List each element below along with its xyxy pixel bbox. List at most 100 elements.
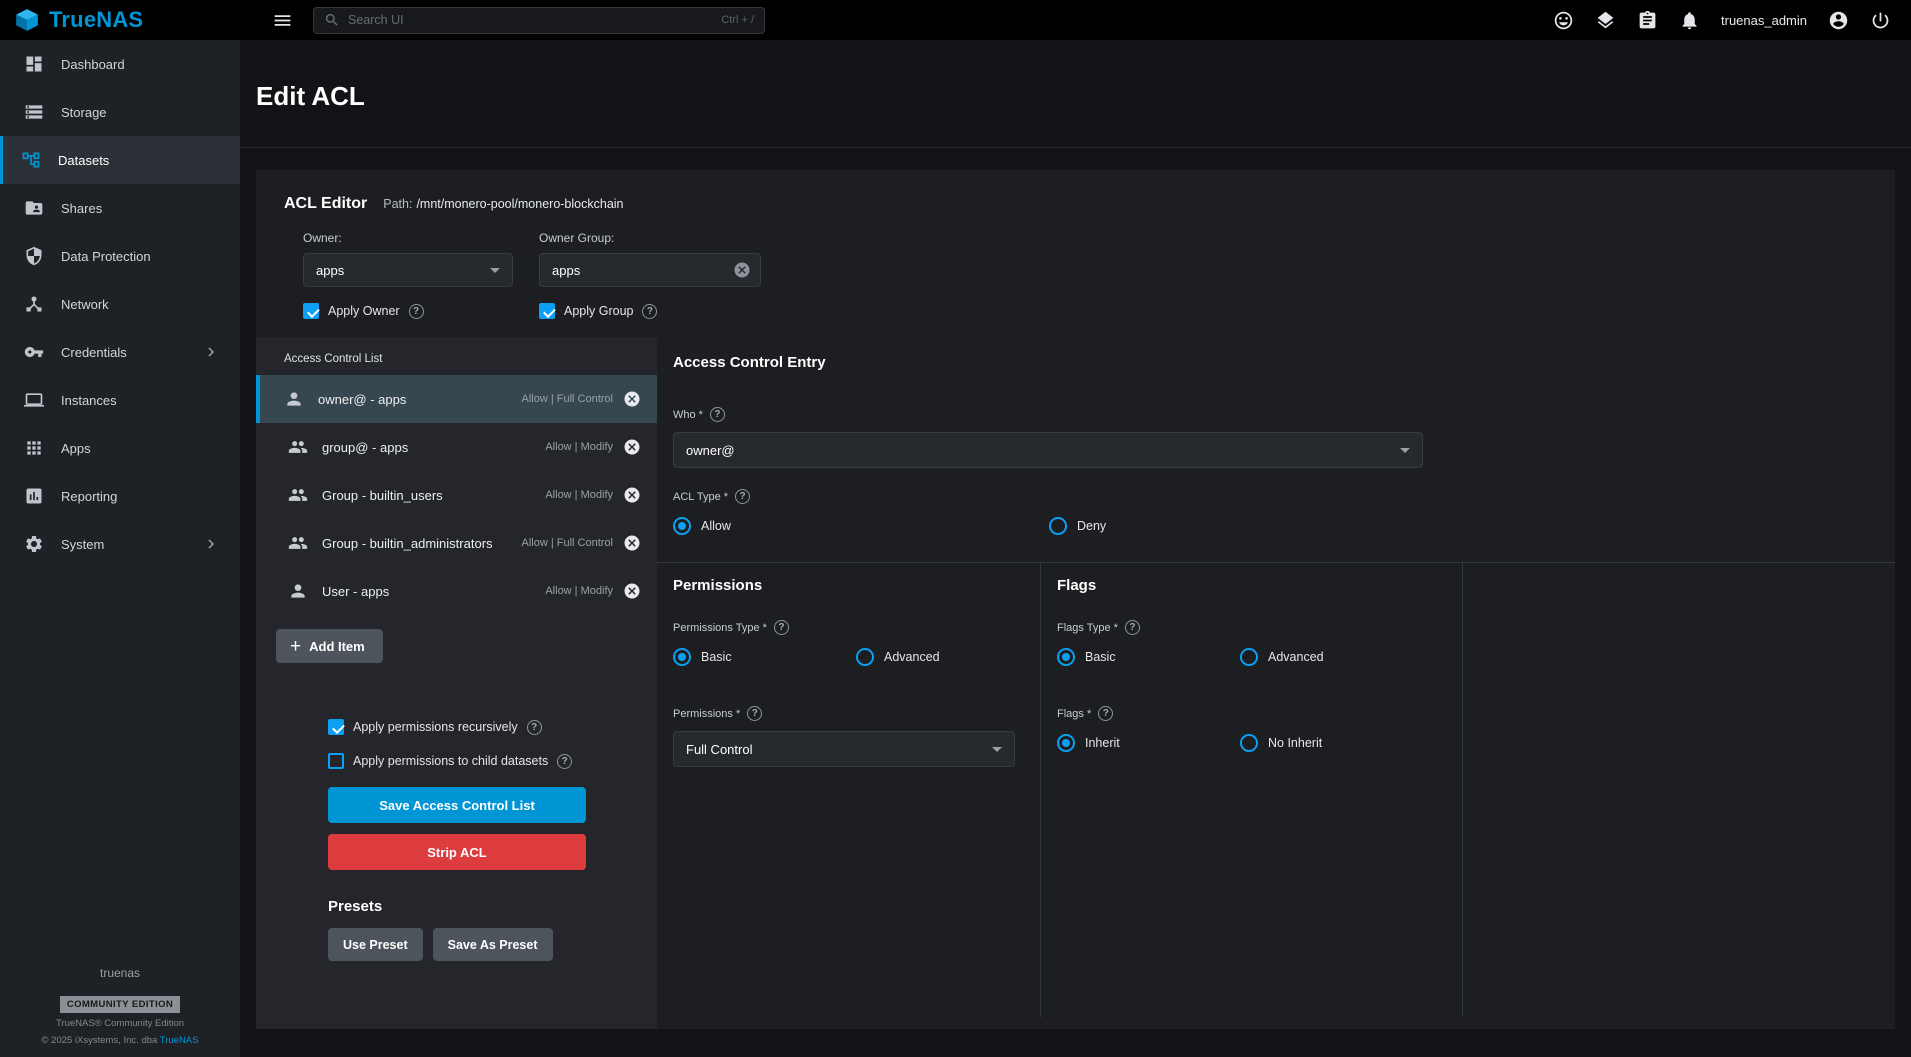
radio-no-inherit[interactable] xyxy=(1240,734,1258,752)
sidebar-item-credentials[interactable]: Credentials xyxy=(0,328,240,376)
acl-type-allow-option[interactable]: Allow xyxy=(673,517,1049,535)
strip-acl-button[interactable]: Strip ACL xyxy=(328,834,586,870)
help-icon[interactable] xyxy=(557,754,572,769)
remove-entry-icon[interactable] xyxy=(623,438,641,456)
radio-advanced[interactable] xyxy=(856,648,874,666)
entry-permission: Allow | Modify xyxy=(545,585,613,597)
entry-permission: Allow | Full Control xyxy=(522,393,614,405)
flags-type-advanced-option[interactable]: Advanced xyxy=(1240,648,1324,666)
search-input[interactable] xyxy=(348,13,713,27)
radio-advanced[interactable] xyxy=(1240,648,1258,666)
notifications-button[interactable] xyxy=(1677,8,1702,33)
chevron-down-icon xyxy=(1400,448,1410,453)
help-icon[interactable] xyxy=(642,304,657,319)
sidebar-item-dashboard[interactable]: Dashboard xyxy=(0,40,240,88)
permissions-type-radio-group: Basic Advanced xyxy=(673,648,1024,666)
sidebar-item-shares[interactable]: Shares xyxy=(0,184,240,232)
entry-permission: Allow | Modify xyxy=(545,489,613,501)
apply-group-checkbox[interactable] xyxy=(539,303,555,319)
radio-basic[interactable] xyxy=(1057,648,1075,666)
help-icon[interactable] xyxy=(1125,620,1140,635)
acl-entry-row[interactable]: owner@ - apps Allow | Full Control xyxy=(256,375,657,423)
radio-inherit[interactable] xyxy=(1057,734,1075,752)
acl-entry-row[interactable]: group@ - apps Allow | Modify xyxy=(256,423,657,471)
truenas-logo[interactable]: TrueNAS xyxy=(0,7,240,33)
radio-allow[interactable] xyxy=(673,517,691,535)
apply-owner-checkbox[interactable] xyxy=(303,303,319,319)
flags-inherit-option[interactable]: Inherit xyxy=(1057,734,1240,752)
power-button[interactable] xyxy=(1868,8,1893,33)
permissions-type-advanced-option[interactable]: Advanced xyxy=(856,648,940,666)
copyright-brand-link[interactable]: TrueNAS xyxy=(160,1035,199,1046)
owner-form: Owner: apps Apply Owner Owner Group: xyxy=(303,231,1867,319)
radio-basic[interactable] xyxy=(673,648,691,666)
acl-entry-row[interactable]: Group - builtin_users Allow | Modify xyxy=(256,471,657,519)
plus-icon xyxy=(290,637,301,656)
apply-recursively-checkbox[interactable] xyxy=(328,719,344,735)
sidebar-item-reporting[interactable]: Reporting xyxy=(0,472,240,520)
help-icon[interactable] xyxy=(747,706,762,721)
remove-entry-icon[interactable] xyxy=(623,486,641,504)
sidebar-item-storage[interactable]: Storage xyxy=(0,88,240,136)
sidebar-item-data-protection[interactable]: Data Protection xyxy=(0,232,240,280)
clear-input-icon[interactable] xyxy=(733,261,751,279)
acl-editor-card: ACL Editor Path:/mnt/monero-pool/monero-… xyxy=(256,170,1895,1029)
chevron-down-icon xyxy=(490,268,500,273)
feedback-button[interactable] xyxy=(1551,8,1576,33)
apply-group-label: Apply Group xyxy=(564,304,633,318)
who-select[interactable]: owner@ xyxy=(673,432,1423,468)
remove-entry-icon[interactable] xyxy=(623,390,641,408)
help-icon[interactable] xyxy=(735,489,750,504)
owner-group-input[interactable] xyxy=(552,263,733,278)
sidebar-item-label: Datasets xyxy=(58,153,109,168)
permissions-select[interactable]: Full Control xyxy=(673,731,1015,767)
help-icon[interactable] xyxy=(1098,706,1113,721)
flags-type-basic-option[interactable]: Basic xyxy=(1057,648,1240,666)
save-acl-button[interactable]: Save Access Control List xyxy=(328,787,586,823)
acl-list-panel: Access Control List owner@ - apps Allow … xyxy=(256,337,657,1029)
account-circle-icon xyxy=(1828,10,1849,31)
ace-title: Access Control Entry xyxy=(673,354,1895,371)
help-icon[interactable] xyxy=(774,620,789,635)
user-menu-button[interactable] xyxy=(1826,8,1851,33)
radio-deny[interactable] xyxy=(1049,517,1067,535)
acl-editor-title: ACL Editor xyxy=(284,195,367,213)
remove-entry-icon[interactable] xyxy=(623,534,641,552)
presets-title: Presets xyxy=(328,898,657,915)
sidebar-item-network[interactable]: Network xyxy=(0,280,240,328)
sidebar-item-system[interactable]: System xyxy=(0,520,240,568)
acl-entry-row[interactable]: User - apps Allow | Modify xyxy=(256,567,657,615)
layers-icon xyxy=(1595,10,1616,31)
help-icon[interactable] xyxy=(527,720,542,735)
bell-icon xyxy=(1679,10,1700,31)
sidebar-item-instances[interactable]: Instances xyxy=(0,376,240,424)
help-icon[interactable] xyxy=(409,304,424,319)
truenas-logo-icon xyxy=(14,7,40,33)
sidebar-item-datasets[interactable]: Datasets xyxy=(0,136,240,184)
flags-no-inherit-option[interactable]: No Inherit xyxy=(1240,734,1322,752)
help-icon[interactable] xyxy=(710,407,725,422)
menu-toggle-button[interactable] xyxy=(270,8,295,33)
owner-select[interactable]: apps xyxy=(303,253,513,287)
permissions-section: Permissions Permissions Type * Basic xyxy=(657,563,1041,1017)
owner-group-label: Owner Group: xyxy=(539,231,761,245)
permissions-type-basic-option[interactable]: Basic xyxy=(673,648,856,666)
child-datasets-option-row: Apply permissions to child datasets xyxy=(328,753,657,769)
acl-type-deny-option[interactable]: Deny xyxy=(1049,517,1106,535)
dashboard-icon xyxy=(24,54,44,74)
use-preset-button[interactable]: Use Preset xyxy=(328,928,423,961)
remove-entry-icon[interactable] xyxy=(623,582,641,600)
jobs-button[interactable] xyxy=(1593,8,1618,33)
add-item-button[interactable]: Add Item xyxy=(276,629,383,663)
owner-label: Owner: xyxy=(303,231,513,245)
acl-type-field-label: ACL Type * xyxy=(673,489,1895,504)
save-as-preset-button[interactable]: Save As Preset xyxy=(433,928,553,961)
acl-list-title: Access Control List xyxy=(256,351,657,375)
tasks-button[interactable] xyxy=(1635,8,1660,33)
acl-entry-row[interactable]: Group - builtin_administrators Allow | F… xyxy=(256,519,657,567)
apply-owner-row: Apply Owner xyxy=(303,303,513,319)
sidebar-item-apps[interactable]: Apps xyxy=(0,424,240,472)
search-box[interactable]: Ctrl + / xyxy=(313,7,765,34)
flags-type-label: Flags Type * xyxy=(1057,620,1446,635)
apply-to-child-datasets-checkbox[interactable] xyxy=(328,753,344,769)
